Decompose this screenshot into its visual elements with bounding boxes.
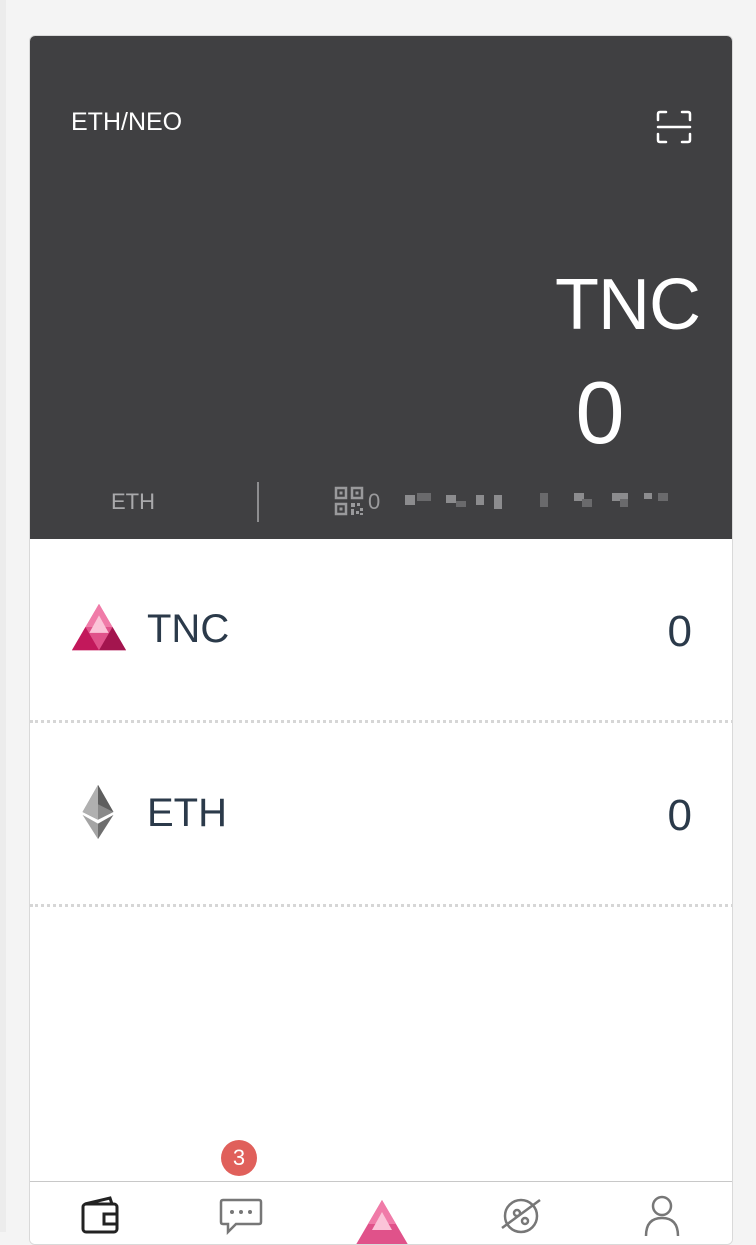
row-separator [30,904,732,907]
wallet-header: ETH/NEO TNC 0 ETH 0 [30,36,732,539]
selected-token: TNC [555,265,701,345]
tnc-logo-icon [71,603,127,651]
asset-balance: 0 [667,607,692,656]
chain-label[interactable]: ETH [111,489,155,515]
scan-icon[interactable] [656,110,692,144]
asset-balance: 0 [667,791,692,840]
profile-icon[interactable] [637,1192,687,1245]
chat-icon[interactable] [216,1192,266,1245]
wallet-card: ETH/NEO TNC 0 ETH 0 TNC 0 ETH 0 [29,35,733,1245]
asset-row-tnc[interactable]: TNC 0 [30,539,732,723]
header-divider [257,482,259,522]
asset-name: TNC [147,607,230,651]
discover-icon[interactable] [496,1192,546,1245]
network-label[interactable]: ETH/NEO [71,108,182,137]
side-edge [0,0,6,1232]
asset-row-eth[interactable]: ETH 0 [30,723,732,907]
asset-name: ETH [147,791,227,835]
wallet-address[interactable]: 0 [368,489,678,514]
qr-code-icon[interactable] [334,486,364,516]
wallet-icon[interactable] [76,1192,126,1245]
bottom-tab-bar [30,1181,732,1245]
selected-balance: 0 [575,363,625,462]
messages-badge: 3 [221,1140,257,1176]
ethereum-logo-icon [82,784,114,840]
address-text: 0 [368,489,381,514]
tnc-logo-icon[interactable] [352,1192,412,1245]
address-mask [405,495,415,505]
